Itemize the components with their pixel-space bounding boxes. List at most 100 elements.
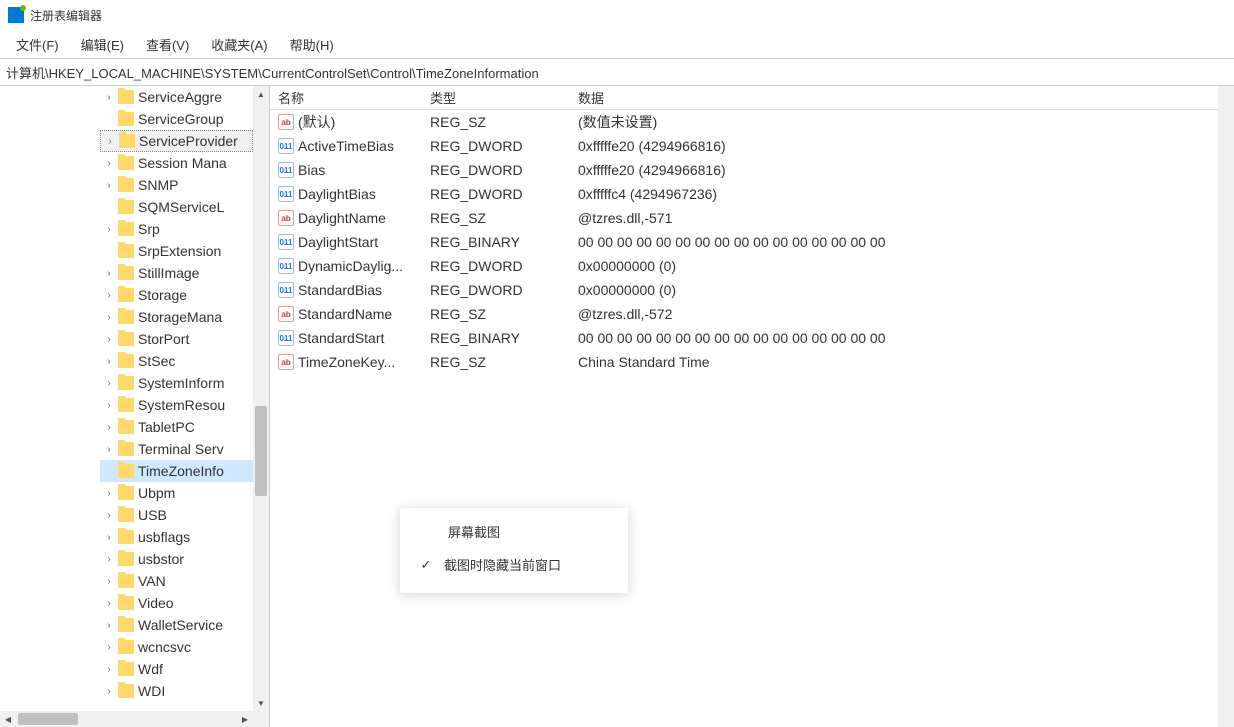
list-row[interactable]: 011BiasREG_DWORD0xfffffe20 (4294966816) bbox=[270, 158, 1234, 182]
tree-item[interactable]: ›StillImage bbox=[100, 262, 253, 284]
expand-icon[interactable]: › bbox=[102, 574, 116, 588]
expand-icon[interactable]: › bbox=[102, 486, 116, 500]
list-row[interactable]: 011StandardBiasREG_DWORD0x00000000 (0) bbox=[270, 278, 1234, 302]
cell-type: REG_DWORD bbox=[422, 282, 570, 298]
scroll-right-icon[interactable]: ▶ bbox=[237, 711, 253, 727]
tree-vscrollbar[interactable]: ▲ ▼ bbox=[253, 86, 269, 711]
expand-icon[interactable]: › bbox=[102, 640, 116, 654]
scroll-thumb[interactable] bbox=[18, 713, 78, 725]
expand-icon[interactable]: › bbox=[102, 266, 116, 280]
scroll-left-icon[interactable]: ◀ bbox=[0, 711, 16, 727]
tree-item[interactable]: › wcncsvc bbox=[100, 636, 253, 658]
tree-item[interactable]: ›ServiceProvider bbox=[100, 130, 253, 152]
menu-view[interactable]: 查看(V) bbox=[136, 31, 199, 58]
tree-item[interactable]: SrpExtension bbox=[100, 240, 253, 262]
expand-icon[interactable]: › bbox=[102, 178, 116, 192]
value-name: DaylightName bbox=[298, 210, 386, 226]
tree-item[interactable]: ›StSec bbox=[100, 350, 253, 372]
tree-item[interactable]: ›StorPort bbox=[100, 328, 253, 350]
menu-edit[interactable]: 编辑(E) bbox=[71, 31, 134, 58]
cell-data: 0x00000000 (0) bbox=[570, 282, 1234, 298]
menu-favorites[interactable]: 收藏夹(A) bbox=[201, 31, 277, 58]
expand-icon[interactable]: › bbox=[102, 508, 116, 522]
addressbar[interactable]: 计算机\HKEY_LOCAL_MACHINE\SYSTEM\CurrentCon… bbox=[0, 58, 1234, 86]
tree-item[interactable]: ›SNMP bbox=[100, 174, 253, 196]
tree-item[interactable]: ServiceGroup bbox=[100, 108, 253, 130]
expand-icon[interactable]: › bbox=[102, 530, 116, 544]
cell-data: 00 00 00 00 00 00 00 00 00 00 00 00 00 0… bbox=[570, 234, 1234, 250]
column-header-type[interactable]: 类型 bbox=[422, 86, 570, 109]
list-row[interactable]: abDaylightNameREG_SZ@tzres.dll,-571 bbox=[270, 206, 1234, 230]
reg-string-icon: ab bbox=[278, 210, 294, 226]
tree-item[interactable]: ›SystemInform bbox=[100, 372, 253, 394]
folder-icon bbox=[118, 112, 134, 126]
tree-item[interactable]: ›usbstor bbox=[100, 548, 253, 570]
tree-item[interactable]: › TabletPC bbox=[100, 416, 253, 438]
list-body: ab(默认)REG_SZ(数值未设置)011ActiveTimeBiasREG_… bbox=[270, 110, 1234, 374]
tree-item-label: WDI bbox=[138, 683, 165, 699]
tree-item-label: wcncsvc bbox=[138, 639, 191, 655]
list-row[interactable]: 011ActiveTimeBiasREG_DWORD0xfffffe20 (42… bbox=[270, 134, 1234, 158]
scroll-thumb[interactable] bbox=[255, 406, 267, 496]
tree-item-label: USB bbox=[138, 507, 167, 523]
reg-binary-icon: 011 bbox=[278, 162, 294, 178]
expand-icon[interactable]: › bbox=[102, 310, 116, 324]
tree-item[interactable]: ›Srp bbox=[100, 218, 253, 240]
list-row[interactable]: 011StandardStartREG_BINARY00 00 00 00 00… bbox=[270, 326, 1234, 350]
expand-icon[interactable]: › bbox=[102, 332, 116, 346]
expand-icon[interactable]: › bbox=[102, 618, 116, 632]
menu-help[interactable]: 帮助(H) bbox=[280, 31, 344, 58]
expand-icon[interactable]: › bbox=[102, 442, 116, 456]
expand-icon[interactable]: › bbox=[102, 288, 116, 302]
tree-item[interactable]: › WDI bbox=[100, 680, 253, 702]
tree-item[interactable]: ›SystemResou bbox=[100, 394, 253, 416]
expand-icon[interactable]: › bbox=[102, 222, 116, 236]
list-row[interactable]: 011DaylightStartREG_BINARY00 00 00 00 00… bbox=[270, 230, 1234, 254]
cell-data: @tzres.dll,-571 bbox=[570, 210, 1234, 226]
list-vscrollbar[interactable] bbox=[1218, 86, 1234, 727]
list-row[interactable]: 011DynamicDaylig...REG_DWORD0x00000000 (… bbox=[270, 254, 1234, 278]
tree-item[interactable]: ›Wdf bbox=[100, 658, 253, 680]
expand-icon[interactable]: › bbox=[102, 662, 116, 676]
folder-icon bbox=[118, 398, 134, 412]
tree-item[interactable]: ›WalletService bbox=[100, 614, 253, 636]
tree-item[interactable]: SQMServiceL bbox=[100, 196, 253, 218]
expand-icon[interactable]: › bbox=[102, 684, 116, 698]
column-header-name[interactable]: 名称 bbox=[270, 86, 422, 109]
tree-item[interactable]: › USB bbox=[100, 504, 253, 526]
tree-item[interactable]: ›Terminal Serv bbox=[100, 438, 253, 460]
tree-item[interactable]: ›Session Mana bbox=[100, 152, 253, 174]
tree-item[interactable]: ›ServiceAggre bbox=[100, 86, 253, 108]
expand-icon[interactable]: › bbox=[102, 596, 116, 610]
scroll-down-icon[interactable]: ▼ bbox=[253, 695, 269, 711]
check-icon: ✓ bbox=[418, 557, 434, 573]
tree-item[interactable]: ›Video bbox=[100, 592, 253, 614]
column-header-data[interactable]: 数据 bbox=[570, 86, 1234, 109]
list-row[interactable]: abStandardNameREG_SZ@tzres.dll,-572 bbox=[270, 302, 1234, 326]
tree-item-label: TabletPC bbox=[138, 419, 195, 435]
tree-item[interactable]: ›Ubpm bbox=[100, 482, 253, 504]
list-row[interactable]: 011DaylightBiasREG_DWORD0xfffffc4 (42949… bbox=[270, 182, 1234, 206]
expand-icon[interactable]: › bbox=[102, 398, 116, 412]
expand-icon[interactable]: › bbox=[102, 354, 116, 368]
expand-icon[interactable]: › bbox=[102, 420, 116, 434]
expand-icon[interactable]: › bbox=[102, 376, 116, 390]
expand-icon[interactable]: › bbox=[102, 552, 116, 566]
list-row[interactable]: abTimeZoneKey...REG_SZChina Standard Tim… bbox=[270, 350, 1234, 374]
cell-name: abDaylightName bbox=[270, 210, 422, 226]
expand-icon[interactable]: › bbox=[103, 134, 117, 148]
tree-item[interactable]: ›Storage bbox=[100, 284, 253, 306]
popup-option-hide-window[interactable]: ✓ 截图时隐藏当前窗口 bbox=[418, 555, 610, 574]
tree-item-label: ServiceGroup bbox=[138, 111, 224, 127]
menu-file[interactable]: 文件(F) bbox=[6, 31, 69, 58]
tree-item[interactable]: ›usbflags bbox=[100, 526, 253, 548]
scroll-up-icon[interactable]: ▲ bbox=[253, 86, 269, 102]
list-row[interactable]: ab(默认)REG_SZ(数值未设置) bbox=[270, 110, 1234, 134]
tree-item[interactable]: TimeZoneInfo bbox=[100, 460, 253, 482]
tree-hscrollbar[interactable]: ◀ ▶ bbox=[0, 711, 253, 727]
expand-icon[interactable]: › bbox=[102, 156, 116, 170]
tree-item[interactable]: ›StorageMana bbox=[100, 306, 253, 328]
expand-icon[interactable]: › bbox=[102, 90, 116, 104]
tree-item-label: SQMServiceL bbox=[138, 199, 224, 215]
tree-item[interactable]: ›VAN bbox=[100, 570, 253, 592]
